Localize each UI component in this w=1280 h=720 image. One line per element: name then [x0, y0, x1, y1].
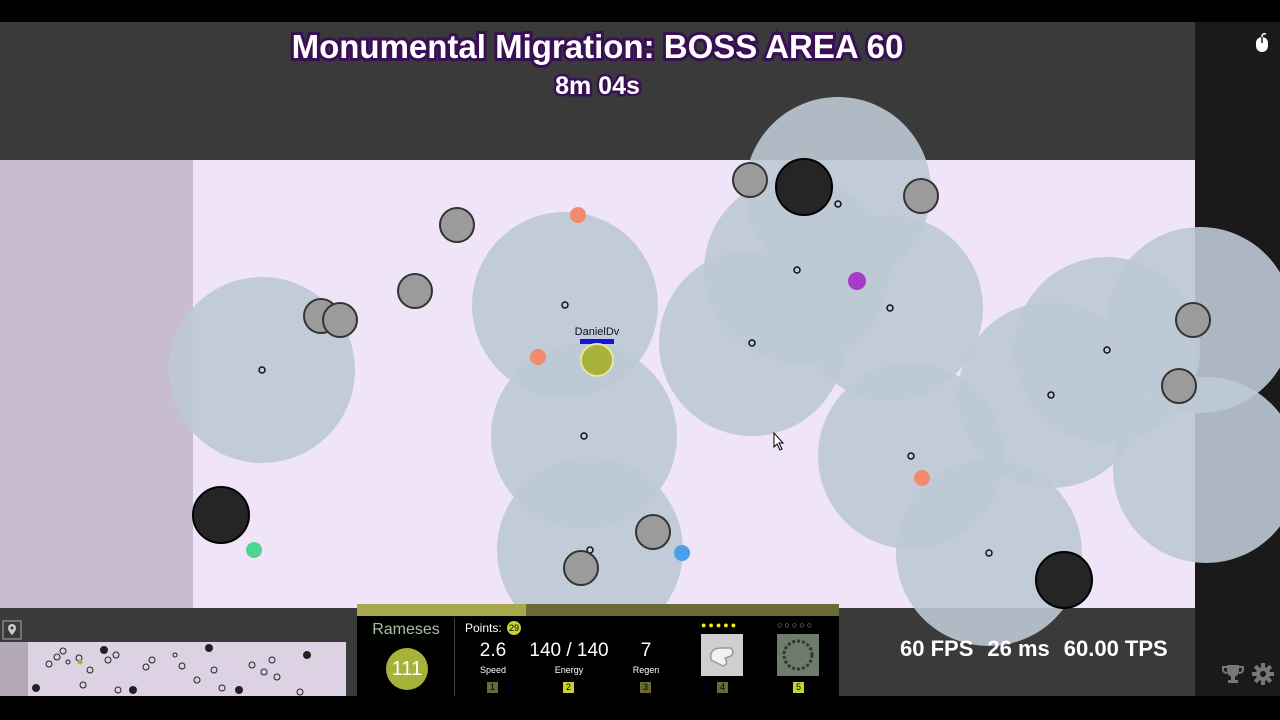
enemy-aura-tint — [745, 97, 931, 283]
speed-value: 2.6 — [479, 640, 507, 661]
purple-enemy — [848, 272, 866, 290]
divider — [454, 618, 455, 696]
gray-enemy — [439, 207, 475, 243]
mouse-icon[interactable] — [1255, 33, 1269, 53]
gray-enemy — [732, 162, 768, 198]
hero-name: Rameses — [372, 621, 440, 638]
minimap-enemy — [303, 651, 311, 659]
gear-icon[interactable] — [1251, 662, 1275, 686]
minimap-player — [77, 659, 83, 665]
ability-1-key: 4 — [717, 682, 728, 693]
energy-key: 2 — [563, 682, 574, 693]
orange-enemy — [530, 349, 546, 365]
xp-fill — [357, 604, 526, 616]
stat-speed[interactable]: 2.6 Speed — [467, 640, 519, 675]
regen-label: Regen — [632, 665, 660, 675]
dark-enemy — [1035, 551, 1093, 609]
minimap-enemy — [205, 644, 213, 652]
ability-1-upgrade-dots: ●●●●● — [701, 620, 739, 630]
gray-enemy — [1161, 368, 1197, 404]
performance-stats: 60 FPS 26 ms 60.00 TPS — [900, 636, 1182, 662]
blue-enemy — [674, 545, 690, 561]
area-timer: 8m 04s — [553, 70, 643, 103]
area-title: Monumental Migration: BOSS AREA 60 — [289, 25, 907, 68]
minimap-enemy — [100, 646, 108, 654]
tps-counter: 60.00 TPS — [1063, 636, 1168, 661]
points-label: Points: — [465, 621, 502, 635]
bandage-icon — [701, 634, 743, 676]
orange-enemy — [914, 470, 930, 486]
stat-regen[interactable]: 7 Regen — [625, 640, 667, 675]
gray-enemy — [322, 302, 358, 338]
player-name: DanielDv — [575, 326, 620, 338]
points-badge: 29 — [507, 621, 521, 635]
dark-enemy — [775, 158, 833, 216]
minimap[interactable] — [0, 642, 346, 696]
hero-level-badge: 111 — [386, 648, 428, 690]
speed-key: 1 — [487, 682, 498, 693]
regen-key: 3 — [640, 682, 651, 693]
map-pin-icon[interactable] — [0, 620, 24, 640]
ping-counter: 26 ms — [987, 636, 1050, 661]
gray-enemy — [397, 273, 433, 309]
ability-2-button[interactable] — [777, 634, 819, 676]
gray-enemy — [1175, 302, 1211, 338]
ring-icon — [777, 634, 819, 676]
orange-enemy — [570, 207, 586, 223]
ability-1-button[interactable] — [701, 634, 743, 676]
dark-enemy — [192, 486, 250, 544]
gray-enemy — [903, 178, 939, 214]
trophy-icon[interactable] — [1221, 662, 1245, 686]
minimap-enemy — [129, 686, 137, 694]
minimap-enemy — [235, 686, 243, 694]
fps-counter: 60 FPS — [900, 636, 974, 661]
player-ball — [580, 343, 614, 377]
speed-label: Speed — [479, 665, 507, 675]
energy-label: Energy — [554, 665, 584, 675]
stat-energy[interactable]: 140 / 140 Energy — [522, 640, 616, 675]
safe-zone — [0, 160, 193, 608]
minimap-enemy — [32, 684, 40, 692]
gray-enemy — [635, 514, 671, 550]
regen-value: 7 — [640, 640, 652, 661]
gray-enemy — [563, 550, 599, 586]
ability-2-key: 5 — [793, 682, 804, 693]
ability-2-upgrade-dots: ○○○○○ — [777, 620, 815, 630]
xp-bar — [357, 604, 839, 616]
green-enemy — [246, 542, 262, 558]
hero-panel: Rameses 111 Points: 29 2.6 Speed 1 140 /… — [357, 604, 839, 696]
energy-value: 140 / 140 — [529, 640, 609, 661]
